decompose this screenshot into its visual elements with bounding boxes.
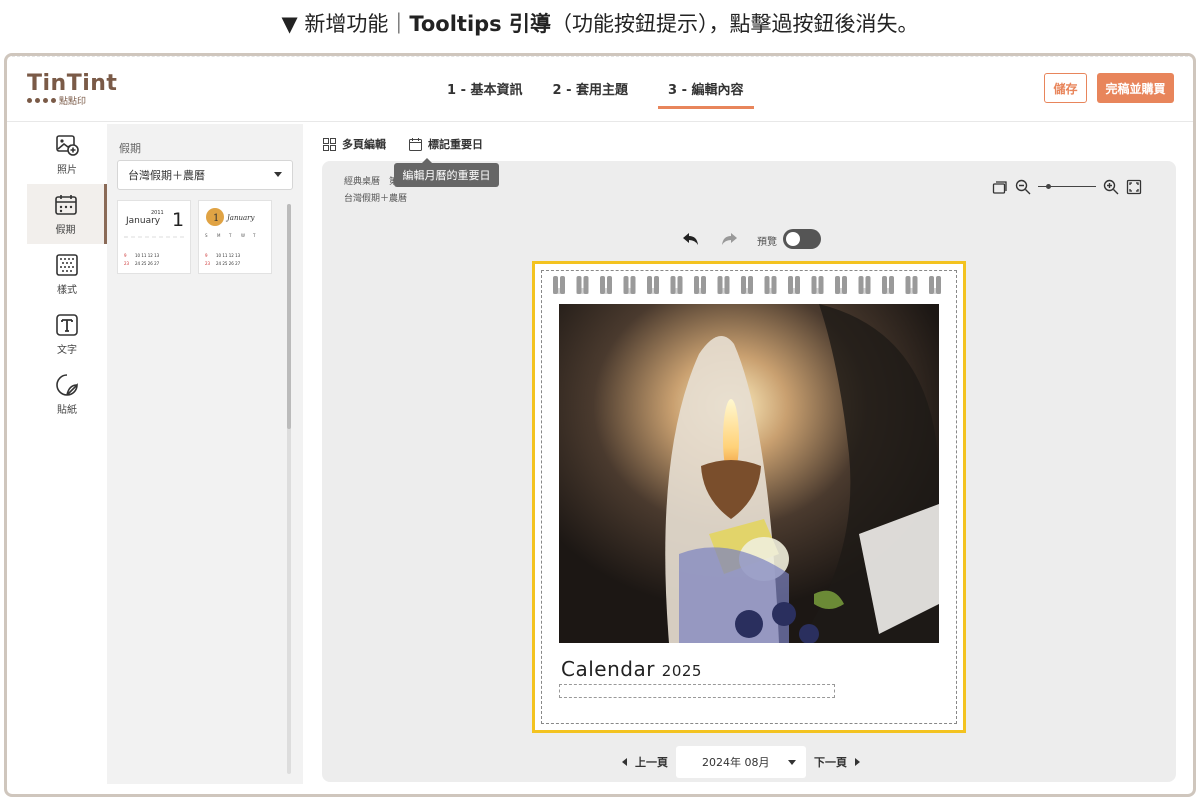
- sticker-icon: [56, 373, 78, 396]
- caret-left-icon[interactable]: [622, 758, 627, 766]
- svg-text:S: S: [205, 233, 208, 238]
- caption: ▼ 新增功能｜Tooltips 引導（功能按鈕提示），點擊過按鈕後消失。: [0, 8, 1200, 38]
- template-preview-1: 2011 January 1 9 10 11 12 13 23 24 25 26…: [124, 209, 186, 266]
- svg-text:9: 9: [124, 253, 127, 258]
- breadcrumb-product: 經典桌曆: [344, 177, 381, 187]
- thumb1-month: January: [125, 216, 161, 226]
- sidebar-item-stickers[interactable]: 貼紙: [27, 364, 107, 424]
- save-button[interactable]: 儲存: [1044, 73, 1087, 103]
- calendar-page[interactable]: Calendar 2025: [532, 261, 966, 733]
- caret-right-icon[interactable]: [855, 758, 860, 766]
- undo-icon: [683, 233, 698, 245]
- subtitle-text-box[interactable]: [559, 684, 835, 698]
- zoom-out-icon[interactable]: [1015, 179, 1031, 195]
- svg-text:10 11 12 13: 10 11 12 13: [216, 253, 241, 258]
- header: TinTint 點點印 1 - 基本資訊 2 - 套用主題 3 - 編輯內容 儲…: [7, 56, 1193, 122]
- step-edit-content[interactable]: 3 - 編輯內容: [658, 79, 754, 109]
- calendar-title[interactable]: Calendar 2025: [561, 657, 702, 681]
- fit-screen-icon[interactable]: [1126, 179, 1142, 195]
- step-apply-theme[interactable]: 2 - 套用主題: [553, 79, 629, 109]
- step-nav: 1 - 基本資訊 2 - 套用主題 3 - 編輯內容: [447, 79, 754, 109]
- breadcrumb-holiday: 台灣假期＋農曆: [344, 194, 408, 204]
- sidebar-item-label: 樣式: [57, 284, 77, 296]
- photo-placeholder[interactable]: [559, 304, 939, 643]
- sidebar-item-text[interactable]: 文字: [27, 304, 107, 364]
- calendar-template-thumb[interactable]: 2011 January 1 9 10 11 12 13 23 24 25 26…: [117, 200, 191, 274]
- redo-button[interactable]: [720, 229, 738, 249]
- svg-text:T: T: [228, 233, 232, 238]
- sidebar-item-label: 照片: [57, 164, 77, 176]
- holiday-panel: 假期 台灣假期＋農曆 2011 January 1 9 10 11 12 13 …: [107, 124, 303, 784]
- layers-icon[interactable]: [992, 179, 1008, 195]
- sidebar-item-label: 貼紙: [57, 404, 77, 416]
- svg-text:24 25 26 27: 24 25 26 27: [216, 261, 241, 266]
- next-page-button[interactable]: 下一頁: [814, 754, 847, 770]
- month-select[interactable]: 2024年 08月: [676, 746, 806, 778]
- caption-suffix: （功能按鈕提示），點擊過按鈕後消失。: [551, 12, 919, 36]
- breadcrumb: 經典桌曆 第: [344, 174, 398, 187]
- multi-page-edit-button[interactable]: 多頁編輯: [323, 136, 386, 152]
- tool-sidebar: 照片 假期 樣式 文字 貼紙: [27, 124, 107, 784]
- svg-text:23: 23: [205, 261, 211, 266]
- sidebar-item-styles[interactable]: 樣式: [27, 244, 107, 304]
- candle-photo: [559, 304, 939, 643]
- zoom-slider[interactable]: [1038, 182, 1096, 192]
- undo-button[interactable]: [682, 229, 700, 249]
- zoom-in-icon[interactable]: [1103, 179, 1119, 195]
- month-select-value: 2024年 08月: [702, 756, 770, 769]
- logo-sub-text: 點點印: [59, 97, 87, 107]
- svg-text:24 25 26 27: 24 25 26 27: [135, 261, 160, 266]
- calendar-icon: [54, 194, 77, 215]
- previous-page-button[interactable]: 上一頁: [635, 754, 668, 770]
- thumb1-day: 1: [172, 209, 184, 231]
- sidebar-item-label: 假期: [55, 224, 76, 236]
- chevron-down-icon: [274, 172, 282, 177]
- holiday-select-value: 台灣假期＋農曆: [128, 169, 205, 182]
- calendar-year: 2025: [661, 662, 702, 680]
- page-navigator: 上一頁 2024年 08月 下一頁: [622, 746, 860, 778]
- thumb2-month: January: [225, 214, 256, 222]
- text-icon: [56, 313, 78, 336]
- grid-icon: [323, 137, 336, 151]
- preview-toggle[interactable]: [783, 229, 821, 249]
- sidebar-item-label: 文字: [57, 344, 77, 356]
- svg-text:10 11 12 13: 10 11 12 13: [135, 253, 160, 258]
- logo-text: TinTint: [27, 71, 118, 96]
- caption-bold: Tooltips 引導: [409, 12, 551, 36]
- sidebar-item-holidays[interactable]: 假期: [27, 184, 107, 244]
- zoom-controls: [992, 179, 1142, 195]
- multi-page-edit-label: 多頁編輯: [342, 138, 386, 151]
- template-preview-2: 1 January S M T W T 9 10 11 12 13 23 24 25 2…: [205, 208, 256, 266]
- logo[interactable]: TinTint 點點印: [27, 71, 117, 107]
- pattern-icon: [56, 253, 78, 276]
- caption-prefix: ▼ 新增功能｜: [281, 12, 410, 36]
- editor-canvas: 經典桌曆 第 台灣假期＋農曆 預覽: [322, 161, 1176, 782]
- step-basic-info[interactable]: 1 - 基本資訊: [447, 79, 523, 109]
- panel-scrollbar-thumb[interactable]: [287, 204, 291, 429]
- spiral-binding: [553, 276, 941, 294]
- preview-label: 預覽: [757, 237, 777, 248]
- svg-text:M: M: [217, 233, 221, 238]
- tooltip: 編輯月曆的重要日: [394, 158, 499, 187]
- thumb2-day: 1: [213, 213, 219, 224]
- svg-text:23: 23: [124, 261, 130, 266]
- app-window: TinTint 點點印 1 - 基本資訊 2 - 套用主題 3 - 編輯內容 儲…: [4, 53, 1196, 797]
- calendar-template-thumb[interactable]: 1 January S M T W T 9 10 11 12 13 23 24 25 2…: [198, 200, 272, 274]
- chevron-down-icon: [788, 760, 796, 765]
- mark-important-dates-button[interactable]: 標記重要日: [409, 136, 483, 152]
- holiday-select[interactable]: 台灣假期＋農曆: [117, 160, 293, 190]
- svg-text:T: T: [252, 233, 256, 238]
- sidebar-item-photos[interactable]: 照片: [27, 124, 107, 184]
- calendar-title-text: Calendar: [561, 657, 655, 681]
- mark-important-dates-label: 標記重要日: [428, 138, 483, 151]
- svg-text:W: W: [241, 233, 245, 238]
- finish-and-buy-button[interactable]: 完稿並購買: [1097, 73, 1174, 103]
- photo-add-icon: [56, 134, 79, 156]
- calendar-icon: [409, 137, 422, 151]
- svg-text:9: 9: [205, 253, 208, 258]
- panel-title: 假期: [119, 142, 141, 155]
- redo-icon: [722, 233, 737, 245]
